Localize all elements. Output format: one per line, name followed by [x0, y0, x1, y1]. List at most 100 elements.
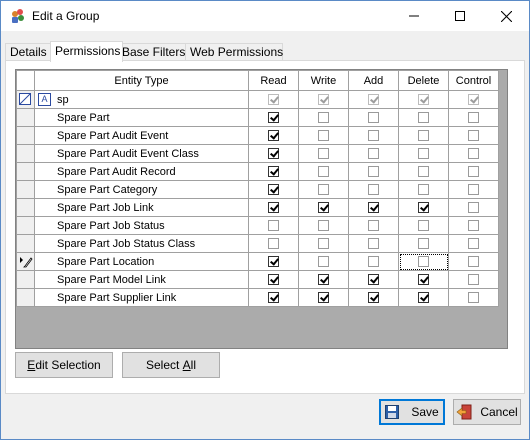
check-cell[interactable]: [448, 252, 499, 271]
write-checkbox[interactable]: [318, 166, 329, 178]
filter-control-checkbox[interactable]: [468, 94, 479, 106]
filter-check-cell[interactable]: [248, 90, 299, 109]
read-checkbox[interactable]: [268, 130, 279, 142]
check-cell[interactable]: [248, 108, 299, 127]
filter-operator-icon[interactable]: A: [38, 93, 51, 106]
check-cell[interactable]: [248, 144, 299, 163]
add-checkbox[interactable]: [368, 202, 379, 214]
control-checkbox[interactable]: [468, 166, 479, 178]
check-cell[interactable]: [348, 162, 399, 181]
write-checkbox[interactable]: [318, 130, 329, 142]
check-cell[interactable]: [298, 252, 349, 271]
check-cell[interactable]: [298, 126, 349, 145]
add-checkbox[interactable]: [368, 238, 379, 250]
check-cell[interactable]: [248, 234, 299, 253]
entity-type-cell[interactable]: Spare Part: [34, 108, 249, 127]
column-header-read[interactable]: Read: [248, 70, 299, 91]
entity-type-cell[interactable]: Spare Part Audit Record: [34, 162, 249, 181]
check-cell[interactable]: [348, 144, 399, 163]
check-cell[interactable]: [448, 126, 499, 145]
check-cell[interactable]: [398, 234, 449, 253]
filter-check-cell[interactable]: [348, 90, 399, 109]
check-cell[interactable]: [348, 126, 399, 145]
select-all-button[interactable]: Select All: [122, 352, 220, 378]
read-checkbox[interactable]: [268, 238, 279, 250]
entity-type-cell[interactable]: Spare Part Job Link: [34, 198, 249, 217]
check-cell[interactable]: [398, 270, 449, 289]
tab-permissions[interactable]: Permissions: [50, 41, 123, 62]
filter-row-header[interactable]: [16, 90, 35, 109]
row-header[interactable]: [16, 198, 35, 217]
check-cell[interactable]: [398, 126, 449, 145]
table-row[interactable]: Spare Part Audit Event Class: [16, 144, 499, 163]
control-checkbox[interactable]: [468, 238, 479, 250]
check-cell[interactable]: [298, 270, 349, 289]
read-checkbox[interactable]: [268, 184, 279, 196]
check-cell[interactable]: [398, 198, 449, 217]
entity-type-cell[interactable]: Spare Part Category: [34, 180, 249, 199]
read-checkbox[interactable]: [268, 112, 279, 124]
row-header[interactable]: [16, 108, 35, 127]
check-cell[interactable]: [298, 144, 349, 163]
check-cell[interactable]: [448, 162, 499, 181]
filter-check-cell[interactable]: [448, 90, 499, 109]
check-cell[interactable]: [348, 252, 399, 271]
write-checkbox[interactable]: [318, 112, 329, 124]
control-checkbox[interactable]: [468, 202, 479, 214]
close-button[interactable]: [483, 1, 529, 31]
check-cell[interactable]: [448, 288, 499, 307]
check-cell[interactable]: [398, 144, 449, 163]
check-cell[interactable]: [448, 180, 499, 199]
table-row[interactable]: Spare Part Audit Record: [16, 162, 499, 181]
control-checkbox[interactable]: [468, 130, 479, 142]
check-cell[interactable]: [448, 234, 499, 253]
check-cell[interactable]: [248, 270, 299, 289]
delete-checkbox[interactable]: [418, 292, 429, 304]
check-cell[interactable]: [398, 180, 449, 199]
check-cell[interactable]: [248, 126, 299, 145]
entity-type-cell[interactable]: Spare Part Job Status: [34, 216, 249, 235]
column-header-delete[interactable]: Delete: [398, 70, 449, 91]
row-header[interactable]: [16, 126, 35, 145]
check-cell[interactable]: [448, 270, 499, 289]
read-checkbox[interactable]: [268, 148, 279, 160]
check-cell[interactable]: [348, 108, 399, 127]
row-header[interactable]: [16, 252, 35, 271]
read-checkbox[interactable]: [268, 220, 279, 232]
entity-type-cell[interactable]: Spare Part Model Link: [34, 270, 249, 289]
check-cell[interactable]: [248, 252, 299, 271]
permissions-grid[interactable]: Entity Type Read Write Add Delete Contro…: [15, 69, 508, 349]
table-row[interactable]: Spare Part Job Link: [16, 198, 499, 217]
maximize-button[interactable]: [437, 1, 483, 31]
write-checkbox[interactable]: [318, 256, 329, 268]
check-cell[interactable]: [248, 180, 299, 199]
delete-checkbox[interactable]: [418, 274, 429, 286]
check-cell[interactable]: [448, 198, 499, 217]
delete-checkbox[interactable]: [418, 148, 429, 160]
check-cell[interactable]: [398, 162, 449, 181]
check-cell[interactable]: [348, 270, 399, 289]
row-header[interactable]: [16, 270, 35, 289]
delete-checkbox[interactable]: [418, 238, 429, 250]
check-cell[interactable]: [398, 252, 449, 271]
check-cell[interactable]: [298, 180, 349, 199]
column-header-add[interactable]: Add: [348, 70, 399, 91]
check-cell[interactable]: [298, 288, 349, 307]
cancel-button[interactable]: Cancel: [453, 399, 521, 425]
write-checkbox[interactable]: [318, 220, 329, 232]
table-row[interactable]: Spare Part Supplier Link: [16, 288, 499, 307]
column-header-write[interactable]: Write: [298, 70, 349, 91]
delete-checkbox[interactable]: [418, 184, 429, 196]
filter-check-cell[interactable]: [298, 90, 349, 109]
row-header[interactable]: [16, 180, 35, 199]
check-cell[interactable]: [448, 216, 499, 235]
table-row[interactable]: Spare Part Model Link: [16, 270, 499, 289]
table-row[interactable]: Spare Part Location: [16, 252, 499, 271]
check-cell[interactable]: [348, 234, 399, 253]
filter-read-checkbox[interactable]: [268, 94, 279, 106]
check-cell[interactable]: [398, 288, 449, 307]
read-checkbox[interactable]: [268, 292, 279, 304]
control-checkbox[interactable]: [468, 112, 479, 124]
row-header[interactable]: [16, 288, 35, 307]
check-cell[interactable]: [398, 108, 449, 127]
